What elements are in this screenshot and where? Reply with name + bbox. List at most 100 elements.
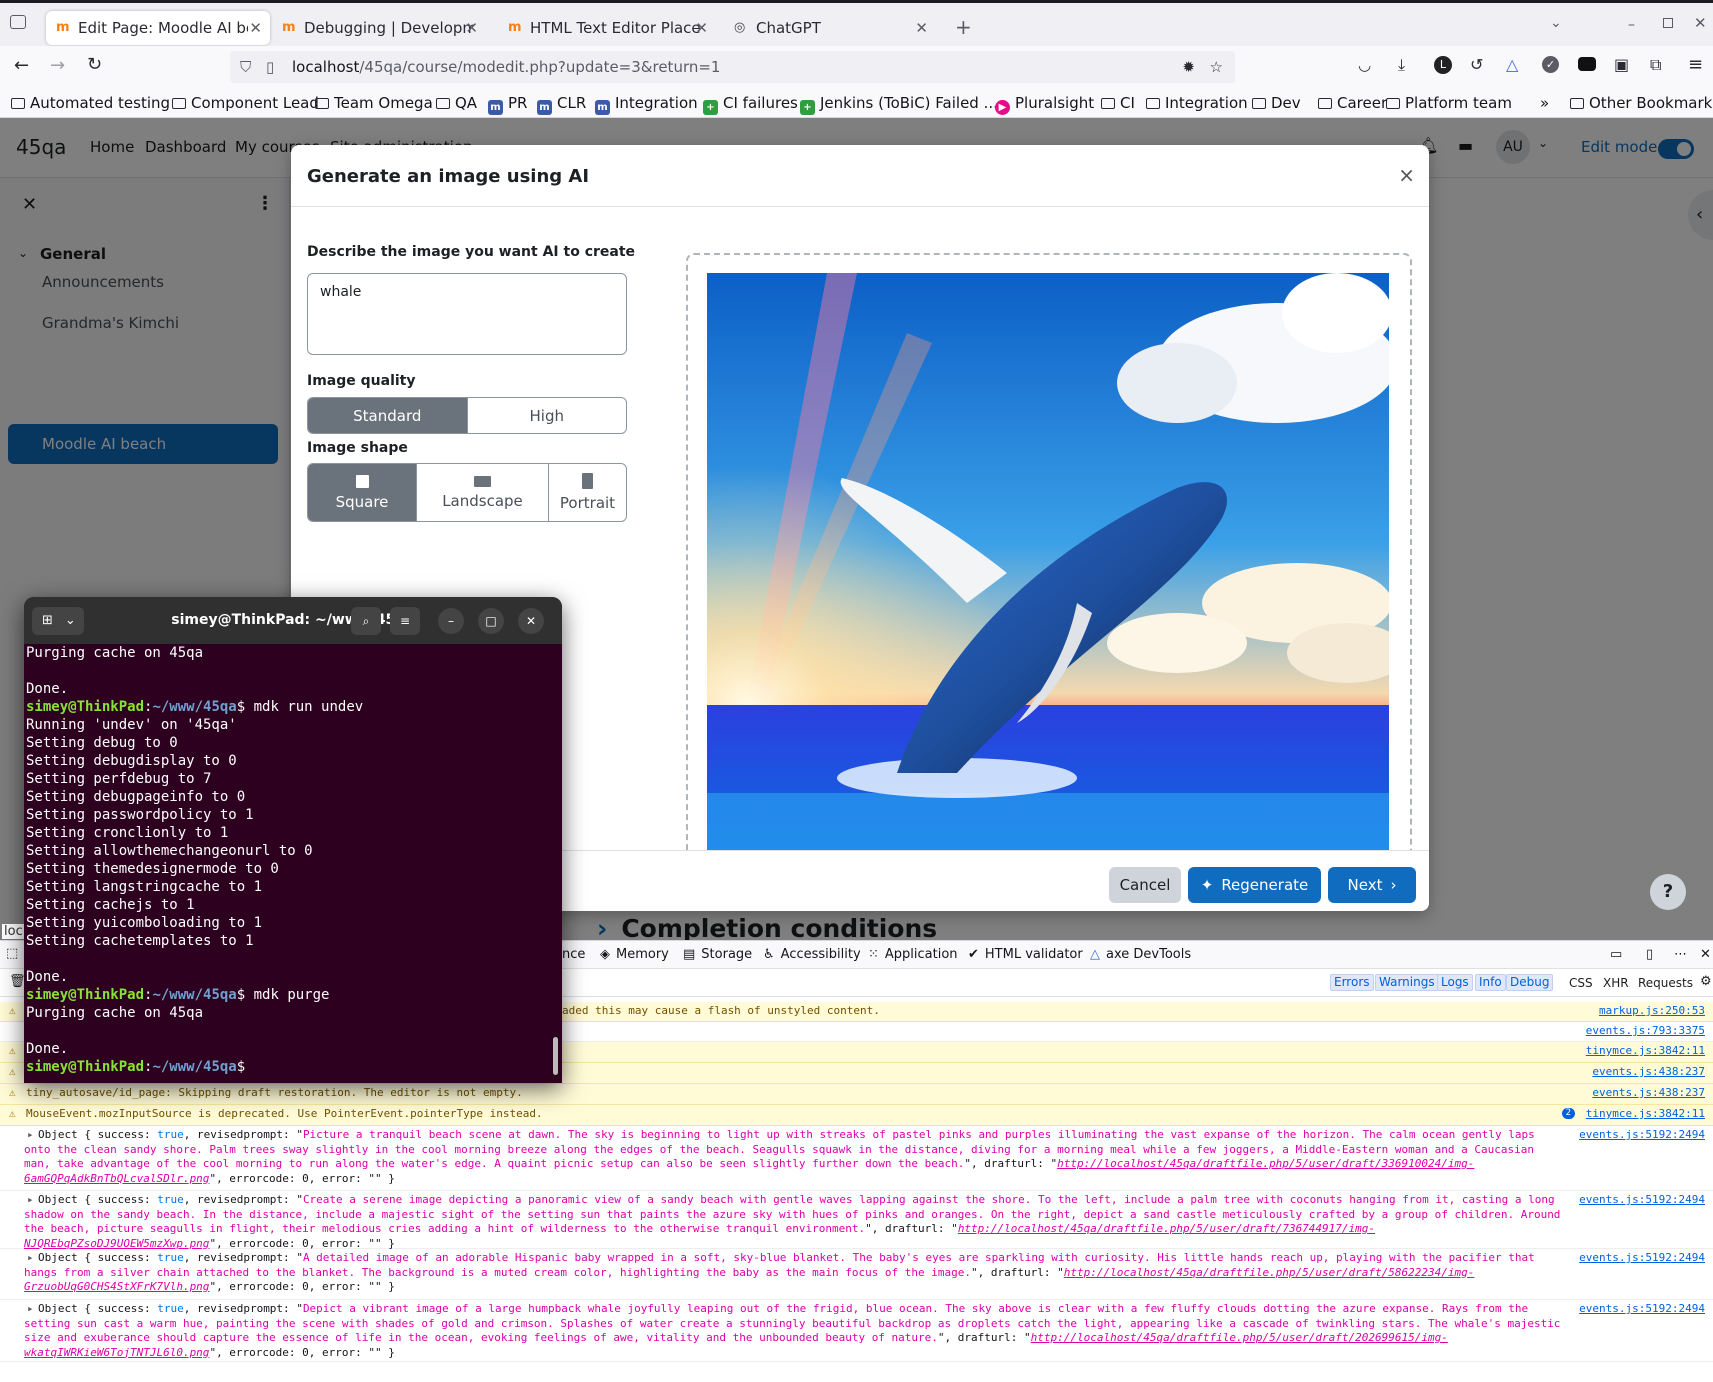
bookmark-3[interactable]: QA [436,91,477,115]
regenerate-button[interactable]: ✦ Regenerate [1188,867,1321,903]
terminal-output-line: Setting cronclionly to 1 [26,825,229,841]
extension-l-icon[interactable]: L [1434,56,1452,74]
tab-list-icon[interactable] [10,15,26,29]
console-object-row[interactable]: ▸ Object { success: true, revisedprompt: … [0,1300,1713,1362]
browser-tab-3[interactable]: ◎ ChatGPT ✕ [724,11,936,45]
shape-square-option[interactable]: Square [308,464,416,521]
quality-label: Image quality [307,373,416,389]
chatgpt-favicon-icon: ◎ [734,20,746,35]
extension-check-icon[interactable]: ✓ [1542,56,1559,73]
console-object-row[interactable]: ▸ Object { success: true, revisedprompt: … [0,1126,1713,1191]
devtools-tab-html-validator[interactable]: ✔ HTML validator [968,947,1083,962]
prompt-textarea[interactable]: whale [307,273,627,355]
maximize-icon[interactable]: □ [478,608,504,634]
bookmarks-overflow[interactable]: » [1540,91,1549,115]
bookmark-8[interactable]: + Jenkins (ToBiC) Failed ... [800,91,998,115]
devtools-tab-memory[interactable]: ◈ Memory [600,947,669,962]
bookmark-12[interactable]: Dev [1252,91,1301,115]
browser-tab-strip: m Edit Page: Moodle AI bea ✕ m Debugging… [0,0,1713,46]
devtools-tab-axe[interactable]: △ axe DevTools [1090,947,1191,962]
extension-sync-icon[interactable]: ↺ [1470,55,1483,74]
browser-tab-1[interactable]: m Debugging | Developmen ✕ [272,11,486,45]
cancel-button[interactable]: Cancel [1109,867,1181,903]
folder-icon [436,98,450,109]
devtools-tab-application[interactable]: ⁙ Application [868,947,958,962]
bookmark-9[interactable]: ▶ Pluralsight [995,91,1094,115]
search-icon[interactable]: ⌕ [351,607,381,635]
close-tab-icon[interactable]: ✕ [915,19,928,37]
filter-requests[interactable]: Requests [1638,976,1693,990]
bookmark-6[interactable]: m Integration [595,91,698,115]
filter-css[interactable]: CSS [1569,976,1593,990]
axe-extension-icon[interactable]: △ [1506,55,1518,74]
browser-tab-2[interactable]: m HTML Text Editor Placem ✕ [498,11,716,45]
bookmark-0[interactable]: Automated testing [11,91,170,115]
close-tab-icon[interactable]: ✕ [695,19,708,37]
close-icon[interactable]: ✕ [518,608,544,634]
terminal-output-line: Setting cachetemplates to 1 [26,933,254,949]
bookmark-5[interactable]: m CLR [537,91,586,115]
bookmark-13[interactable]: Career [1318,91,1387,115]
browser-tab-0[interactable]: m Edit Page: Moodle AI bea ✕ [46,11,270,45]
list-all-tabs-icon[interactable]: ⌄ [1550,15,1562,31]
bookmark-1[interactable]: Component Lead [172,91,319,115]
responsive-icon[interactable]: ▯ [1646,947,1653,962]
extension-tab-icon[interactable]: ▣ [1614,55,1629,74]
devtools-tab-storage[interactable]: ▤ Storage [683,947,752,962]
new-tab-icon[interactable]: + [955,15,972,39]
filter-warnings[interactable]: Warnings [1375,974,1439,991]
terminal-scrollbar[interactable] [553,1037,558,1075]
bookmark-2[interactable]: Team Omega [315,91,433,115]
bug-icon[interactable]: ✹ [1182,51,1195,83]
close-tab-icon[interactable]: ✕ [249,19,262,37]
bookmark-10[interactable]: CI [1101,91,1135,115]
shape-landscape-option[interactable]: Landscape [416,464,548,521]
terminal-output[interactable]: Purging cache on 45qa Done. simey@ThinkPad… [26,644,556,1083]
forward-icon[interactable]: → [50,55,65,76]
maximize-window-icon[interactable] [1663,18,1673,28]
next-button[interactable]: Next › [1328,867,1416,903]
quality-standard-option[interactable]: Standard [308,398,467,433]
help-button[interactable]: ? [1650,874,1686,910]
hamburger-menu-icon[interactable]: ≡ [390,607,420,635]
other-bookmarks[interactable]: Other Bookmarks [1570,91,1713,115]
bookmark-star-icon[interactable]: ☆ [1210,51,1223,83]
url-bar[interactable]: ⛉ ▯ localhost/45qa/course/modedit.php?up… [230,51,1235,83]
shape-portrait-option[interactable]: Portrait [548,464,626,521]
settings-gear-icon[interactable]: ⚙ [1700,974,1712,989]
bookmark-7[interactable]: + CI failures [703,91,798,115]
console-object-row[interactable]: ▸ Object { success: true, revisedprompt: … [0,1191,1713,1250]
extension-mask-icon[interactable] [1578,57,1596,71]
console-object-row[interactable]: ▸ Object { success: true, revisedprompt: … [0,1249,1713,1300]
inspector-picker-icon[interactable]: ⬚ [6,946,18,961]
shape-selector: Square Landscape Portrait [307,463,627,522]
dock-side-icon[interactable]: ▭ [1610,947,1622,962]
filter-info[interactable]: Info [1475,974,1506,991]
bookmark-14[interactable]: Platform team [1386,91,1512,115]
close-window-icon[interactable]: ✕ [1694,14,1707,32]
filter-debug[interactable]: Debug [1506,974,1554,991]
filter-logs[interactable]: Logs [1437,974,1473,991]
menu-icon[interactable]: ≡ [1688,54,1703,75]
filter-xhr[interactable]: XHR [1603,976,1629,990]
more-options-icon[interactable]: ⋯ [1674,947,1687,962]
cloud [1117,343,1237,423]
quality-high-option[interactable]: High [466,398,627,433]
devtools-tab-accessibility[interactable]: ♿︎ Accessibility [763,947,861,962]
bookmark-4[interactable]: m PR [488,91,527,115]
close-devtools-icon[interactable]: ✕ [1700,947,1711,962]
minimize-icon[interactable]: – [438,608,464,634]
memory-icon: ◈ [600,947,610,962]
reload-icon[interactable]: ↻ [87,54,102,75]
cloud [1282,273,1389,353]
close-tab-icon[interactable]: ✕ [465,19,478,37]
filter-errors[interactable]: Errors [1330,974,1374,991]
download-icon[interactable]: ⤓ [1398,55,1405,75]
minimize-window-icon[interactable]: – [1628,17,1635,33]
back-icon[interactable]: ← [14,55,29,76]
close-icon[interactable]: × [1398,163,1415,187]
pocket-icon[interactable]: ◡ [1358,56,1371,74]
devtools-tab-performance[interactable]: nce [562,947,585,962]
extensions-puzzle-icon[interactable]: ⧉ [1650,55,1661,75]
bookmark-11[interactable]: Integration [1146,91,1248,115]
